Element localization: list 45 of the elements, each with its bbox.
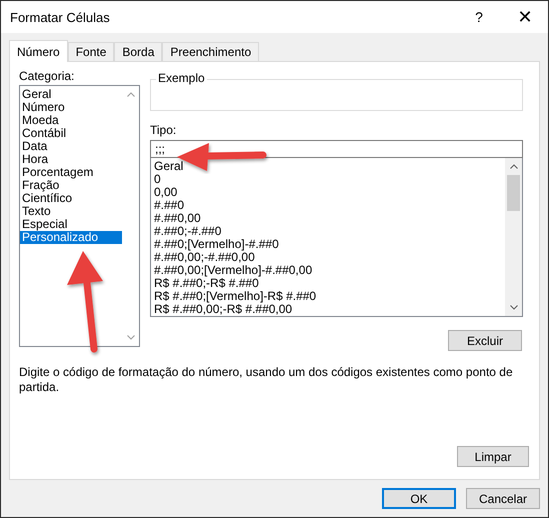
type-input[interactable]: ;;; [150, 140, 523, 158]
format-item[interactable]: R$ #.##0;[Vermelho]-R$ #.##0 [151, 290, 505, 303]
dialog-button[interactable]: OK [382, 488, 456, 509]
format-item[interactable]: R$ #.##0,00;-R$ #.##0,00 [151, 303, 505, 316]
category-item[interactable]: Hora [20, 153, 122, 166]
scroll-up-icon[interactable] [510, 164, 518, 169]
help-button[interactable]: ? [456, 1, 502, 33]
sample-label: Exemplo [156, 71, 207, 85]
format-item[interactable]: #.##0,00;-#.##0,00 [151, 251, 505, 264]
format-item[interactable]: R$ #.##0;-R$ #.##0 [151, 277, 505, 290]
tab[interactable]: Borda [114, 42, 162, 61]
tab[interactable]: Número [9, 40, 68, 62]
format-item[interactable]: 0 [151, 173, 505, 186]
close-button[interactable]: ✕ [502, 1, 548, 33]
clear-button[interactable]: Limpar [457, 446, 529, 467]
category-item[interactable]: Personalizado [20, 231, 122, 244]
format-item[interactable]: Geral [151, 160, 505, 173]
category-item[interactable]: Moeda [20, 114, 122, 127]
delete-button[interactable]: Excluir [448, 330, 522, 351]
dialog-button[interactable]: Cancelar [466, 488, 540, 509]
category-item[interactable]: Número [20, 101, 122, 114]
format-item[interactable]: #.##0;[Vermelho]-#.##0 [151, 238, 505, 251]
type-label: Tipo: [150, 123, 178, 139]
format-item[interactable]: #.##0 [151, 199, 505, 212]
category-item[interactable]: Científico [20, 192, 122, 205]
scroll-down-icon[interactable] [510, 305, 518, 310]
category-item[interactable]: Porcentagem [20, 166, 122, 179]
category-item[interactable]: Texto [20, 205, 122, 218]
category-item[interactable]: Data [20, 140, 122, 153]
category-item[interactable]: Geral [20, 88, 122, 101]
format-item[interactable]: #.##0,00;[Vermelho]-#.##0,00 [151, 264, 505, 277]
description-text: Digite o código de formatação do número, usando um dos códigos existentes como ponto de partida. [19, 365, 514, 395]
category-item[interactable]: Especial [20, 218, 122, 231]
category-item[interactable]: Fração [20, 179, 122, 192]
tab[interactable]: Preenchimento [162, 42, 260, 61]
scroll-down-icon[interactable] [126, 335, 134, 340]
category-item[interactable]: Contábil [20, 127, 122, 140]
scrollbar-thumb[interactable] [507, 175, 520, 211]
scroll-up-icon[interactable] [126, 92, 134, 97]
format-item[interactable]: 0,00 [151, 186, 505, 199]
format-item[interactable]: #.##0;-#.##0 [151, 225, 505, 238]
window-title: Formatar Células [10, 10, 111, 24]
tab[interactable]: Fonte [68, 42, 114, 61]
format-item[interactable]: #.##0,00 [151, 212, 505, 225]
category-label: Categoria: [19, 69, 76, 85]
